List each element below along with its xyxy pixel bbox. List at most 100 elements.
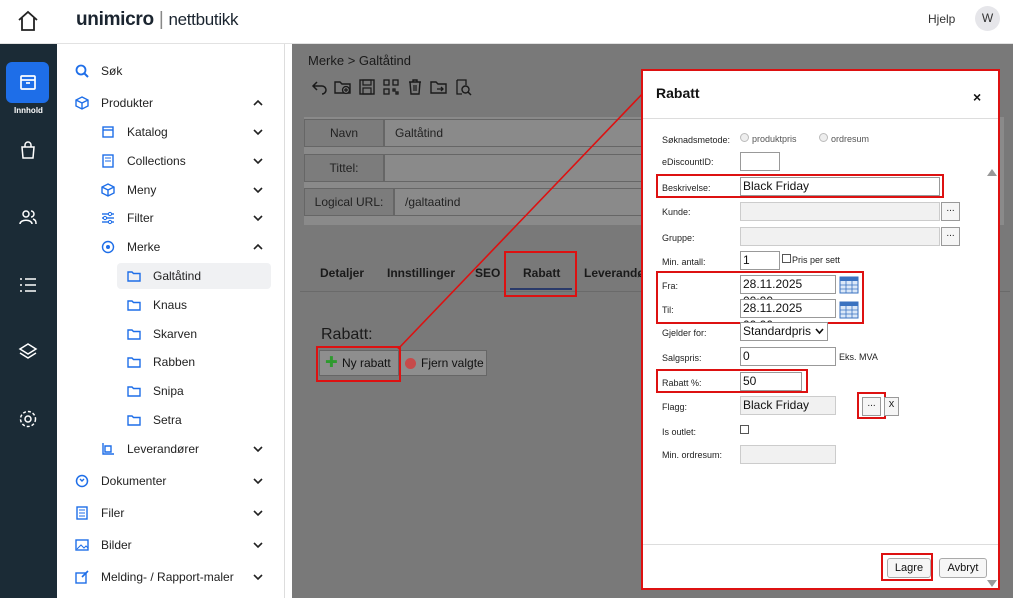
tab-leverandorer[interactable]: Leverandø — [584, 266, 645, 280]
save-icon[interactable] — [358, 78, 376, 96]
tab-innstillinger[interactable]: Innstillinger — [387, 266, 455, 280]
sidebar-item-galtåtind[interactable]: Galtåtind — [127, 264, 267, 288]
sidebar-item-filter[interactable]: Filter — [101, 206, 267, 230]
chevron-down-icon[interactable] — [253, 444, 263, 454]
home-icon[interactable] — [16, 9, 40, 33]
chevron-down-icon[interactable] — [253, 572, 263, 582]
tab-seo[interactable]: SEO — [475, 266, 500, 280]
shopping-bag-icon[interactable] — [18, 140, 38, 160]
sidebar-item-snipa[interactable]: Snipa — [127, 379, 267, 403]
kunde-input[interactable] — [740, 202, 940, 221]
salgspris-input[interactable]: 0 — [740, 347, 836, 366]
gear-icon[interactable] — [18, 409, 38, 429]
sidebar-item-produkter[interactable]: Produkter — [75, 91, 267, 115]
sidebar-item-skarven[interactable]: Skarven — [127, 322, 267, 346]
collection-icon — [102, 154, 114, 168]
chevron-down-icon — [815, 328, 824, 335]
rabatt-heading: Rabatt: — [321, 326, 373, 343]
tab-detaljer[interactable]: Detaljer — [320, 266, 364, 280]
pris-per-sett-checkbox[interactable] — [782, 254, 791, 263]
salgspris-label: Salgspris: — [662, 353, 702, 363]
gruppe-input[interactable] — [740, 227, 940, 246]
logical-url-label: Logical URL: — [304, 188, 394, 216]
qr-code-icon[interactable] — [382, 78, 400, 96]
is-outlet-checkbox[interactable] — [740, 425, 749, 434]
chevron-down-icon[interactable] — [253, 127, 263, 137]
gjelder-for-value: Standardpris — [743, 324, 812, 338]
chevron-down-icon[interactable] — [253, 213, 263, 223]
search-document-icon[interactable] — [454, 78, 472, 96]
cube-icon — [75, 96, 89, 110]
brand-logo[interactable]: unimicro | nettbutikk — [76, 9, 239, 31]
sidebar-item-setra[interactable]: Setra — [127, 408, 267, 432]
navn-field[interactable]: Galtåtind — [384, 119, 644, 147]
chevron-down-icon[interactable] — [253, 156, 263, 166]
gjelder-for-label: Gjelder for: — [662, 328, 707, 338]
chevron-down-icon[interactable] — [253, 508, 263, 518]
sidebar-item-collections[interactable]: Collections — [101, 149, 267, 173]
chevron-up-icon[interactable] — [253, 98, 263, 108]
move-folder-icon[interactable] — [430, 78, 448, 96]
trash-icon[interactable] — [406, 78, 424, 96]
add-folder-icon[interactable] — [334, 78, 352, 96]
search-icon — [75, 64, 89, 78]
chevron-down-icon[interactable] — [253, 476, 263, 486]
sidebar-item-label: Collections — [127, 154, 186, 168]
sidebar-item-label: Knaus — [153, 298, 188, 312]
radio-ordresum[interactable] — [819, 133, 828, 142]
pris-per-sett-label: Pris per sett — [792, 255, 841, 265]
dialog-body: Søknadsmetode: produktpris ordresum eDis… — [643, 118, 998, 587]
rail-active-label: Innhold — [14, 106, 43, 115]
scroll-up-icon[interactable] — [987, 169, 997, 176]
min-antall-input[interactable]: 1 — [740, 251, 780, 270]
help-link[interactable]: Hjelp — [928, 12, 955, 26]
sidebar-item-label: Bilder — [101, 538, 132, 552]
sidebar-item-knaus[interactable]: Knaus — [127, 293, 267, 317]
sidebar-item-label: Produkter — [101, 96, 154, 110]
top-bar: unimicro | nettbutikk Hjelp W — [0, 0, 1013, 44]
rail-item-innhold[interactable] — [6, 62, 49, 103]
sidebar-item-label: Galtåtind — [153, 269, 202, 283]
gruppe-picker-button[interactable]: ... — [941, 227, 960, 246]
layers-icon[interactable] — [18, 342, 38, 362]
close-icon[interactable]: × — [973, 89, 981, 105]
archive-icon — [20, 75, 36, 90]
gjelder-for-select[interactable]: Standardpris — [740, 322, 828, 341]
back-icon[interactable] — [310, 78, 328, 96]
sidebar-item-label: Filter — [127, 211, 154, 225]
radio-produktpris[interactable] — [740, 133, 749, 142]
sidebar-item-rabben[interactable]: Rabben — [127, 350, 267, 374]
breadcrumb: Merke > Galtåtind — [308, 53, 411, 68]
gruppe-label: Gruppe: — [662, 233, 695, 243]
logical-url-field[interactable]: /galtaatind — [394, 188, 654, 216]
ediscountid-input[interactable] — [740, 152, 780, 171]
tittel-field[interactable] — [384, 154, 644, 182]
avatar[interactable]: W — [975, 6, 1000, 31]
list-icon[interactable] — [18, 275, 38, 295]
sidebar-item-meny[interactable]: Meny — [101, 178, 267, 202]
chevron-up-icon[interactable] — [253, 242, 263, 252]
folder-icon — [127, 329, 141, 340]
sidebar-item-søk[interactable]: Søk — [75, 59, 267, 83]
dialog-title: Rabatt — [656, 85, 700, 101]
kunde-picker-button[interactable]: ... — [941, 202, 960, 221]
sidebar-item-katalog[interactable]: Katalog — [101, 120, 267, 144]
remove-selected-button[interactable]: Fjern valgte — [400, 350, 487, 376]
chevron-down-icon[interactable] — [253, 185, 263, 195]
sidebar-item-merke[interactable]: Merke — [101, 235, 267, 259]
sidebar-item-filer[interactable]: Filer — [75, 501, 267, 525]
min-ordresum-input[interactable] — [740, 445, 836, 464]
scroll-down-icon[interactable] — [987, 580, 997, 587]
flagg-input[interactable]: Black Friday — [740, 396, 836, 415]
cube-icon — [101, 183, 115, 197]
radio-produktpris-label: produktpris — [752, 134, 797, 144]
flagg-clear-button[interactable]: x — [884, 397, 899, 416]
sidebar-item-melding-rapport-maler[interactable]: Melding- / Rapport-maler — [75, 565, 267, 589]
chevron-down-icon[interactable] — [253, 540, 263, 550]
sidebar-item-dokumenter[interactable]: Dokumenter — [75, 469, 267, 493]
sidebar-item-leverandører[interactable]: Leverandører — [101, 437, 267, 461]
cancel-button[interactable]: Avbryt — [939, 558, 987, 578]
users-icon[interactable] — [18, 207, 38, 227]
sidebar-item-label: Skarven — [153, 327, 198, 341]
sidebar-item-bilder[interactable]: Bilder — [75, 533, 267, 557]
